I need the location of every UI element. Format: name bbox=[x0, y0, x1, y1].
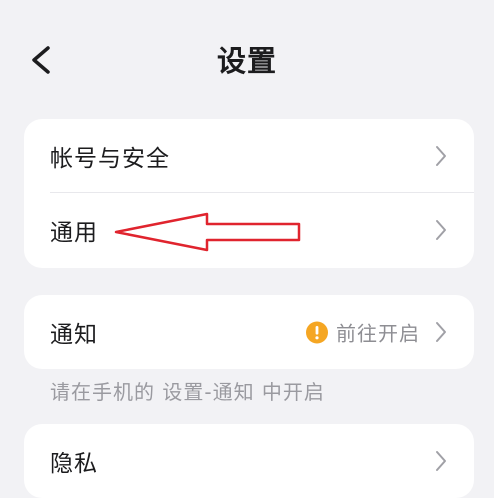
chevron-right-icon bbox=[436, 322, 446, 342]
chevron-right-icon bbox=[436, 220, 446, 240]
notification-row[interactable]: 通知 前往开启 bbox=[24, 295, 474, 369]
general-row[interactable]: 通用 bbox=[24, 193, 474, 267]
notification-card: 通知 前往开启 bbox=[24, 295, 474, 369]
header-bar: 设置 bbox=[0, 0, 494, 118]
account-security-row[interactable]: 帐号与安全 bbox=[24, 119, 474, 193]
notification-label: 通知 bbox=[50, 322, 98, 348]
privacy-label: 隐私 bbox=[50, 451, 98, 477]
notification-hint: 请在手机的 设置-通知 中开启 bbox=[50, 380, 325, 404]
notification-status: 前往开启 bbox=[306, 318, 420, 347]
privacy-card: 隐私 bbox=[24, 424, 474, 498]
privacy-row[interactable]: 隐私 bbox=[24, 424, 474, 498]
account-general-card: 帐号与安全 通用 bbox=[24, 119, 474, 268]
go-enable-text: 前往开启 bbox=[336, 321, 420, 346]
account-security-label: 帐号与安全 bbox=[50, 146, 170, 172]
exclamation-circle-icon bbox=[306, 321, 328, 343]
chevron-right-icon bbox=[436, 451, 446, 471]
page-title: 设置 bbox=[216, 44, 277, 78]
general-label: 通用 bbox=[50, 220, 98, 246]
chevron-right-icon bbox=[436, 146, 446, 166]
